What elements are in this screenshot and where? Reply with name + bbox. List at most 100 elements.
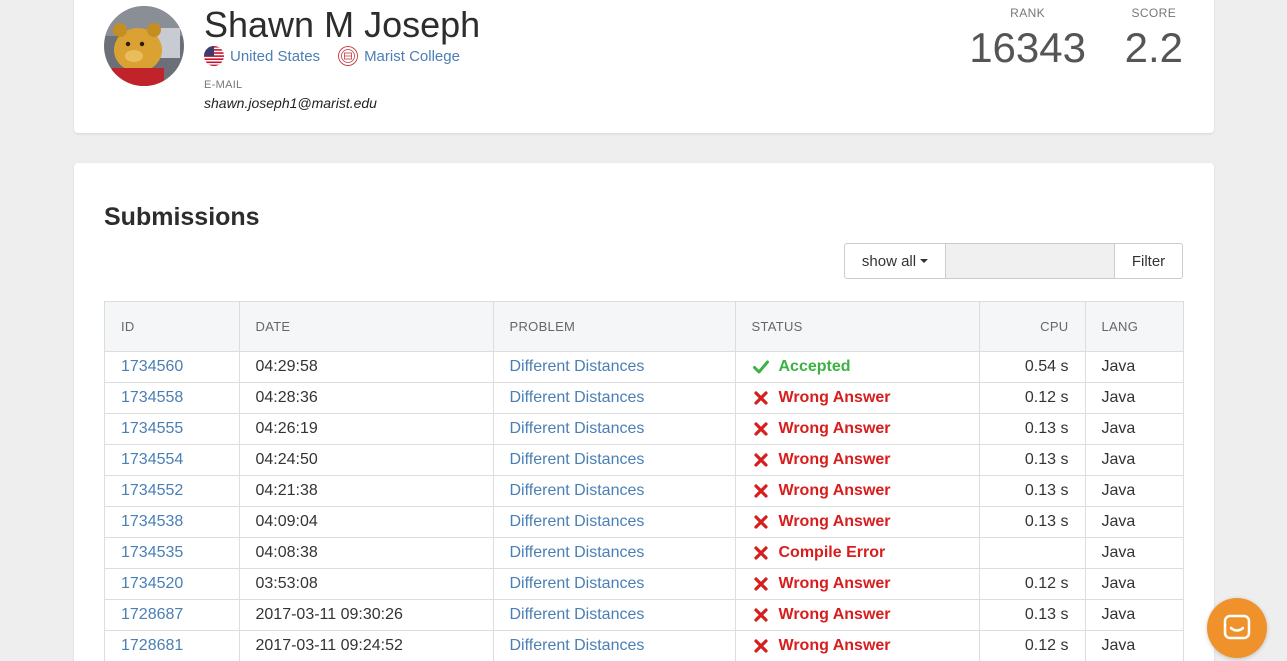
cross-icon bbox=[752, 545, 770, 560]
score-stat: SCORE 2.2 bbox=[1125, 6, 1183, 72]
submission-id-link[interactable]: 1734555 bbox=[105, 413, 240, 445]
column-header-lang[interactable]: LANG bbox=[1085, 302, 1183, 352]
show-all-dropdown[interactable]: show all bbox=[844, 243, 946, 279]
cpu-time: 0.12 s bbox=[979, 568, 1086, 600]
submissions-table: ID DATE PROBLEM STATUS CPU LANG 1734560 0… bbox=[105, 302, 1183, 661]
problem-link[interactable]: Different Distances bbox=[493, 351, 736, 383]
submission-id: 1734555 bbox=[121, 419, 184, 437]
score-value: 2.2 bbox=[1124, 24, 1183, 71]
cross-icon bbox=[752, 452, 770, 467]
status-cell: Wrong Answer bbox=[735, 568, 980, 600]
submission-id: 1734535 bbox=[121, 543, 184, 561]
status-label: Wrong Answer bbox=[778, 605, 891, 623]
column-header-date[interactable]: DATE bbox=[239, 302, 494, 352]
submission-id-link[interactable]: 1734558 bbox=[105, 382, 240, 414]
caret-down-icon bbox=[920, 259, 929, 263]
problem-name: Different Distances bbox=[509, 543, 645, 561]
submission-date: 04:24:50 bbox=[239, 444, 494, 476]
submission-id-link[interactable]: 1734520 bbox=[105, 568, 240, 600]
submission-id-link[interactable]: 1728687 bbox=[105, 599, 240, 631]
cpu-time: 0.54 s bbox=[979, 351, 1086, 383]
submission-id: 1734558 bbox=[121, 388, 184, 406]
problem-link[interactable]: Different Distances bbox=[493, 444, 736, 476]
problem-name: Different Distances bbox=[509, 605, 645, 623]
filter-input[interactable] bbox=[946, 243, 1115, 279]
filter-button[interactable]: Filter bbox=[1115, 243, 1183, 279]
school-label: Marist College bbox=[364, 47, 460, 65]
table-row: 1728687 2017-03-11 09:30:26 Different Dist… bbox=[105, 599, 1183, 631]
status-cell: Wrong Answer bbox=[735, 444, 980, 476]
table-row: 1734558 04:28:36 Different Distances Wrong … bbox=[105, 382, 1183, 414]
school-link[interactable]: Marist College bbox=[338, 46, 460, 66]
submission-id-link[interactable]: 1734538 bbox=[105, 506, 240, 538]
problem-link[interactable]: Different Distances bbox=[493, 413, 736, 445]
country-link[interactable]: United States bbox=[204, 46, 320, 66]
table-row: 1728681 2017-03-11 09:24:52 Different Dist… bbox=[105, 630, 1183, 661]
avatar bbox=[104, 6, 184, 86]
cross-icon bbox=[752, 514, 770, 529]
submission-date: 04:21:38 bbox=[239, 475, 494, 507]
chat-launcher-button[interactable] bbox=[1207, 598, 1267, 658]
submission-id-link[interactable]: 1734560 bbox=[105, 351, 240, 383]
column-header-cpu[interactable]: CPU bbox=[979, 302, 1086, 352]
cross-icon bbox=[752, 483, 770, 498]
table-row: 1734552 04:21:38 Different Distances Wrong … bbox=[105, 475, 1183, 507]
status-cell: Wrong Answer bbox=[735, 382, 980, 414]
status-label: Accepted bbox=[778, 357, 851, 375]
status-cell: Wrong Answer bbox=[735, 506, 980, 538]
status-label: Wrong Answer bbox=[778, 481, 891, 499]
problem-link[interactable]: Different Distances bbox=[493, 630, 736, 661]
submission-id-link[interactable]: 1734554 bbox=[105, 444, 240, 476]
status-cell: Wrong Answer bbox=[735, 630, 980, 661]
status-cell: Wrong Answer bbox=[735, 475, 980, 507]
language: Java bbox=[1085, 599, 1183, 631]
column-header-status[interactable]: STATUS bbox=[735, 302, 980, 352]
profile-card: Shawn M Joseph United States Marist Coll… bbox=[74, 0, 1214, 133]
cross-icon bbox=[752, 576, 770, 591]
problem-link[interactable]: Different Distances bbox=[493, 568, 736, 600]
problem-link[interactable]: Different Distances bbox=[493, 475, 736, 507]
status-label: Wrong Answer bbox=[778, 574, 891, 592]
submission-id-link[interactable]: 1728681 bbox=[105, 630, 240, 661]
show-all-label: show all bbox=[861, 252, 917, 270]
problem-name: Different Distances bbox=[509, 419, 645, 437]
cross-icon bbox=[752, 607, 770, 622]
status-label: Wrong Answer bbox=[778, 419, 891, 437]
submission-id-link[interactable]: 1734552 bbox=[105, 475, 240, 507]
column-header-problem[interactable]: PROBLEM bbox=[493, 302, 736, 352]
problem-link[interactable]: Different Distances bbox=[493, 537, 736, 569]
score-label: SCORE bbox=[1131, 6, 1177, 20]
problem-link[interactable]: Different Distances bbox=[493, 599, 736, 631]
problem-name: Different Distances bbox=[509, 574, 645, 592]
table-body: 1734560 04:29:58 Different Distances Accept… bbox=[105, 351, 1183, 661]
column-header-id[interactable]: ID bbox=[105, 302, 240, 352]
section-title: Submissions bbox=[104, 203, 260, 231]
submission-id: 1728687 bbox=[121, 605, 184, 623]
cross-icon bbox=[752, 390, 770, 405]
problem-name: Different Distances bbox=[509, 388, 645, 406]
country-label: United States bbox=[230, 47, 321, 65]
cpu-time: 0.12 s bbox=[979, 630, 1086, 661]
submission-date: 2017-03-11 09:30:26 bbox=[239, 599, 494, 631]
status-label: Wrong Answer bbox=[778, 636, 891, 654]
table-row: 1734554 04:24:50 Different Distances Wrong … bbox=[105, 444, 1183, 476]
chat-icon bbox=[1223, 614, 1251, 640]
language: Java bbox=[1085, 413, 1183, 445]
language: Java bbox=[1085, 475, 1183, 507]
submission-id-link[interactable]: 1734535 bbox=[105, 537, 240, 569]
problem-link[interactable]: Different Distances bbox=[493, 382, 736, 414]
rank-stat: RANK 16343 bbox=[969, 6, 1086, 72]
language: Java bbox=[1085, 506, 1183, 538]
submission-date: 03:53:08 bbox=[239, 568, 494, 600]
cpu-time bbox=[979, 537, 1086, 569]
problem-link[interactable]: Different Distances bbox=[493, 506, 736, 538]
cross-icon bbox=[752, 421, 770, 436]
problem-name: Different Distances bbox=[509, 357, 645, 375]
email-label: E-MAIL bbox=[204, 79, 243, 91]
status-label: Wrong Answer bbox=[778, 388, 891, 406]
cpu-time: 0.12 s bbox=[979, 382, 1086, 414]
language: Java bbox=[1085, 568, 1183, 600]
submission-id: 1734552 bbox=[121, 481, 184, 499]
submission-date: 04:28:36 bbox=[239, 382, 494, 414]
status-cell: Accepted bbox=[735, 351, 980, 383]
